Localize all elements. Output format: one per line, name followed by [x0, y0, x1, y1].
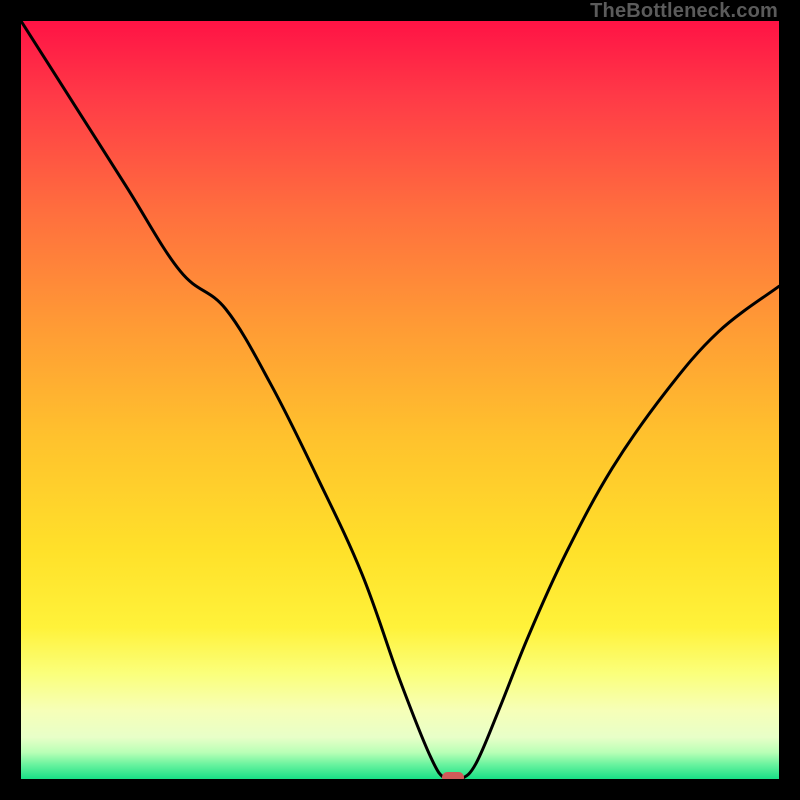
bottleneck-marker: [442, 772, 464, 779]
chart-frame: TheBottleneck.com: [0, 0, 800, 800]
watermark-label: TheBottleneck.com: [590, 0, 778, 23]
bottleneck-curve: [21, 21, 779, 779]
plot-area: [21, 21, 779, 779]
